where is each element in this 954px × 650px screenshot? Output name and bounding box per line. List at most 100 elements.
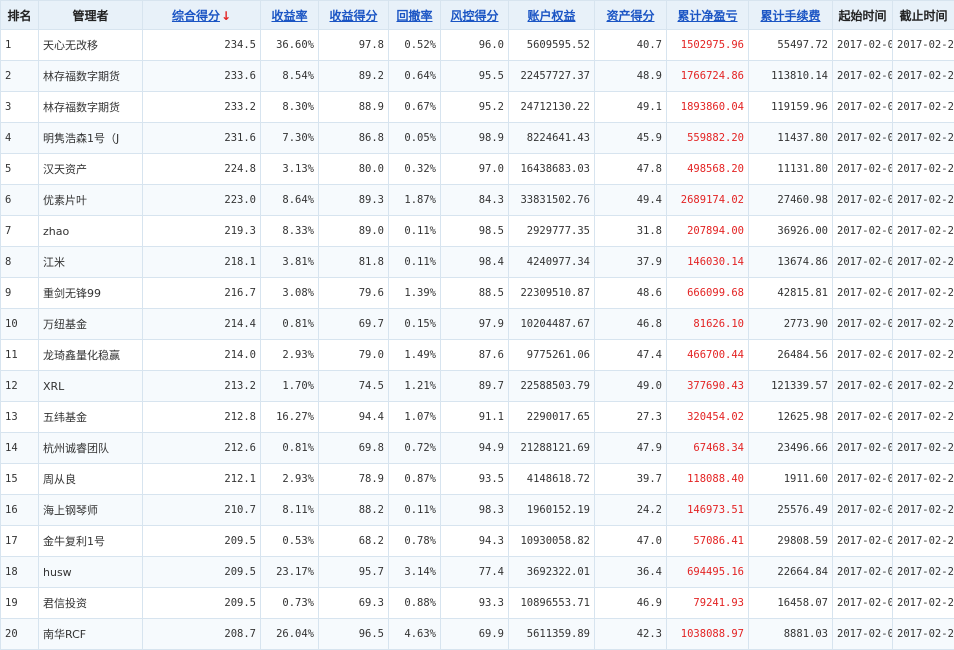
cell-manager: 金牛复利1号 (39, 526, 143, 557)
cell-end-date: 2017-02-23 (893, 526, 954, 557)
cell-rank: 18 (1, 557, 39, 588)
cell-return-score: 69.7 (319, 309, 389, 340)
col-header-fees[interactable]: 累计手续费 (749, 1, 833, 30)
col-header-return-rate[interactable]: 收益率 (261, 1, 319, 30)
sort-link-net-profit[interactable]: 累计净盈亏 (677, 9, 737, 23)
cell-return-score: 79.0 (319, 340, 389, 371)
col-header-equity[interactable]: 账户权益 (509, 1, 595, 30)
cell-fees: 11437.80 (749, 123, 833, 154)
table-row: 7zhao219.38.33%89.00.11%98.52929777.3531… (1, 216, 954, 247)
cell-net-profit: 2689174.02 (667, 185, 749, 216)
col-header-net-profit[interactable]: 累计净盈亏 (667, 1, 749, 30)
cell-return-score: 79.6 (319, 278, 389, 309)
cell-equity: 3692322.01 (509, 557, 595, 588)
cell-risk-score: 95.5 (441, 61, 509, 92)
ranking-table: 排名 管理者 综合得分↓ 收益率 收益得分 回撤率 风控得分 账户权益 资产得分… (0, 0, 954, 650)
cell-start-date: 2017-02-03 (833, 340, 893, 371)
cell-net-profit: 1766724.86 (667, 61, 749, 92)
cell-rank: 9 (1, 278, 39, 309)
cell-start-date: 2017-02-03 (833, 371, 893, 402)
cell-equity: 1960152.19 (509, 495, 595, 526)
cell-end-date: 2017-02-23 (893, 154, 954, 185)
cell-drawdown: 4.63% (389, 619, 441, 650)
sort-link-fees[interactable]: 累计手续费 (760, 9, 820, 23)
cell-rank: 6 (1, 185, 39, 216)
cell-end-date: 2017-02-23 (893, 464, 954, 495)
cell-start-date: 2017-02-03 (833, 61, 893, 92)
cell-total-score: 216.7 (143, 278, 261, 309)
cell-net-profit: 81626.10 (667, 309, 749, 340)
cell-return-rate: 23.17% (261, 557, 319, 588)
cell-return-score: 94.4 (319, 402, 389, 433)
sort-link-drawdown[interactable]: 回撤率 (396, 9, 432, 23)
col-header-risk-score[interactable]: 风控得分 (441, 1, 509, 30)
cell-rank: 19 (1, 588, 39, 619)
cell-equity: 2929777.35 (509, 216, 595, 247)
cell-equity: 9775261.06 (509, 340, 595, 371)
col-header-drawdown[interactable]: 回撤率 (389, 1, 441, 30)
cell-risk-score: 96.0 (441, 30, 509, 61)
cell-manager: 龙琦鑫量化稳赢 (39, 340, 143, 371)
cell-risk-score: 94.3 (441, 526, 509, 557)
sort-link-return-rate[interactable]: 收益率 (271, 9, 307, 23)
cell-fees: 119159.96 (749, 92, 833, 123)
cell-rank: 13 (1, 402, 39, 433)
cell-rank: 20 (1, 619, 39, 650)
cell-fees: 27460.98 (749, 185, 833, 216)
cell-asset-score: 27.3 (595, 402, 667, 433)
cell-manager: 天心无改移 (39, 30, 143, 61)
table-row: 4明隽浩森1号（J231.67.30%86.80.05%98.98224641.… (1, 123, 954, 154)
cell-start-date: 2017-02-03 (833, 30, 893, 61)
cell-total-score: 224.8 (143, 154, 261, 185)
cell-fees: 13674.86 (749, 247, 833, 278)
cell-total-score: 223.0 (143, 185, 261, 216)
cell-total-score: 208.7 (143, 619, 261, 650)
cell-asset-score: 49.4 (595, 185, 667, 216)
sort-link-return-score[interactable]: 收益得分 (329, 9, 377, 23)
cell-rank: 11 (1, 340, 39, 371)
cell-total-score: 234.5 (143, 30, 261, 61)
sort-link-total-score[interactable]: 综合得分 (172, 9, 220, 23)
cell-drawdown: 0.05% (389, 123, 441, 154)
cell-return-rate: 8.30% (261, 92, 319, 123)
col-header-return-score[interactable]: 收益得分 (319, 1, 389, 30)
cell-net-profit: 118088.40 (667, 464, 749, 495)
col-header-total-score[interactable]: 综合得分↓ (143, 1, 261, 30)
table-row: 9重剑无锋99216.73.08%79.61.39%88.522309510.8… (1, 278, 954, 309)
cell-net-profit: 146973.51 (667, 495, 749, 526)
cell-start-date: 2017-02-03 (833, 278, 893, 309)
cell-risk-score: 93.3 (441, 588, 509, 619)
cell-manager: 五纬基金 (39, 402, 143, 433)
cell-manager: zhao (39, 216, 143, 247)
cell-asset-score: 40.7 (595, 30, 667, 61)
cell-end-date: 2017-02-22 (893, 340, 954, 371)
cell-risk-score: 97.0 (441, 154, 509, 185)
cell-fees: 2773.90 (749, 309, 833, 340)
cell-net-profit: 67468.34 (667, 433, 749, 464)
table-row: 13五纬基金212.816.27%94.41.07%91.12290017.65… (1, 402, 954, 433)
cell-total-score: 213.2 (143, 371, 261, 402)
col-header-asset-score[interactable]: 资产得分 (595, 1, 667, 30)
cell-net-profit: 377690.43 (667, 371, 749, 402)
sort-link-equity[interactable]: 账户权益 (527, 9, 575, 23)
cell-equity: 22588503.79 (509, 371, 595, 402)
cell-fees: 16458.07 (749, 588, 833, 619)
cell-manager: 君信投资 (39, 588, 143, 619)
cell-net-profit: 1038088.97 (667, 619, 749, 650)
sort-link-risk-score[interactable]: 风控得分 (450, 9, 498, 23)
cell-end-date: 2017-02-22 (893, 433, 954, 464)
cell-manager: XRL (39, 371, 143, 402)
cell-end-date: 2017-02-22 (893, 371, 954, 402)
cell-fees: 22664.84 (749, 557, 833, 588)
cell-return-score: 69.3 (319, 588, 389, 619)
cell-drawdown: 1.39% (389, 278, 441, 309)
cell-total-score: 214.4 (143, 309, 261, 340)
cell-return-rate: 0.81% (261, 433, 319, 464)
cell-fees: 55497.72 (749, 30, 833, 61)
cell-manager: 江米 (39, 247, 143, 278)
cell-asset-score: 46.8 (595, 309, 667, 340)
sort-link-asset-score[interactable]: 资产得分 (606, 9, 654, 23)
cell-return-score: 68.2 (319, 526, 389, 557)
cell-start-date: 2017-02-03 (833, 619, 893, 650)
cell-equity: 10896553.71 (509, 588, 595, 619)
